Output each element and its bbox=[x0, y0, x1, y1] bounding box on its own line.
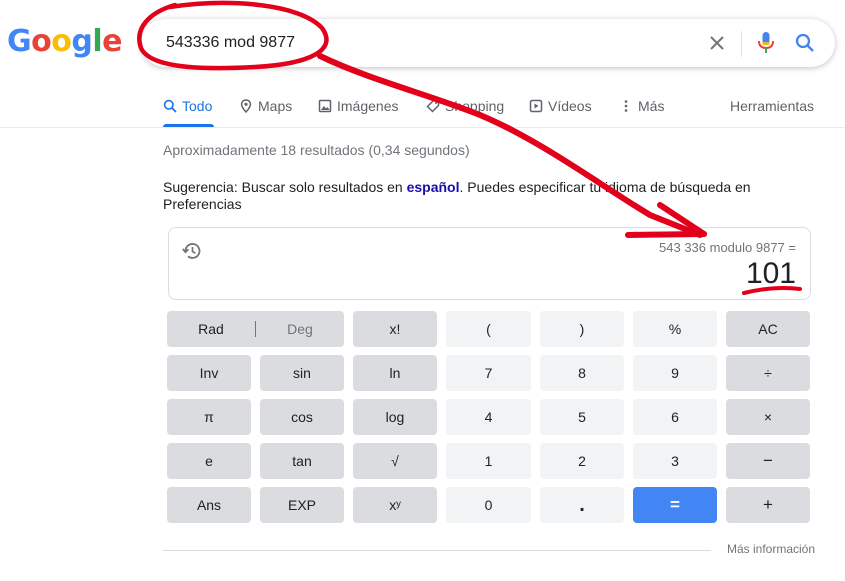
google-logo-text: Google bbox=[7, 24, 123, 59]
tag-icon bbox=[426, 99, 440, 113]
tab-label: Vídeos bbox=[548, 98, 592, 114]
google-logo[interactable]: Google bbox=[7, 24, 123, 59]
calculator-expression: 543 336 modulo 9877 = bbox=[659, 240, 796, 255]
calculator-result: 101 bbox=[745, 257, 796, 290]
percent-button[interactable]: % bbox=[633, 311, 717, 347]
digit-2-button[interactable]: 2 bbox=[540, 443, 624, 479]
tab-mas[interactable]: Más bbox=[619, 96, 664, 116]
suggestion-suffix: . Puedes especificar tu idioma de búsque… bbox=[459, 179, 751, 195]
log-button[interactable]: log bbox=[353, 399, 437, 435]
tab-label: Imágenes bbox=[337, 98, 399, 114]
add-button[interactable]: + bbox=[726, 487, 810, 523]
tab-todo[interactable]: Todo bbox=[163, 96, 212, 116]
language-link[interactable]: español bbox=[407, 179, 460, 195]
logo-letter: G bbox=[7, 24, 32, 59]
exp-button[interactable]: EXP bbox=[260, 487, 344, 523]
rad-label[interactable]: Rad bbox=[167, 311, 255, 347]
digit-3-button[interactable]: 3 bbox=[633, 443, 717, 479]
search-bar[interactable]: 543336 mod 9877 bbox=[141, 19, 835, 67]
logo-letter: g bbox=[71, 24, 93, 59]
more-info-link[interactable]: Más información bbox=[727, 542, 815, 556]
pi-button[interactable]: π bbox=[167, 399, 251, 435]
tools-label: Herramientas bbox=[730, 98, 815, 114]
play-icon bbox=[529, 99, 543, 113]
search-tabs: Todo Maps Imágenes Shopping Vídeos Más H… bbox=[163, 96, 823, 128]
digit-7-button[interactable]: 7 bbox=[446, 355, 531, 391]
digit-9-button[interactable]: 9 bbox=[633, 355, 717, 391]
subtract-button[interactable]: − bbox=[726, 443, 810, 479]
search-divider bbox=[741, 31, 742, 57]
logo-letter: o bbox=[51, 24, 72, 59]
tools-button[interactable]: Herramientas bbox=[730, 96, 814, 116]
tab-imagenes[interactable]: Imágenes bbox=[318, 96, 398, 116]
tab-label: Maps bbox=[258, 98, 293, 114]
more-vert-icon bbox=[624, 100, 628, 112]
answer-button[interactable]: Ans bbox=[167, 487, 251, 523]
sin-button[interactable]: sin bbox=[260, 355, 344, 391]
ln-button[interactable]: ln bbox=[353, 355, 437, 391]
euler-button[interactable]: e bbox=[167, 443, 251, 479]
digit-6-button[interactable]: 6 bbox=[633, 399, 717, 435]
search-input[interactable]: 543336 mod 9877 bbox=[166, 34, 295, 52]
close-paren-button[interactable]: ) bbox=[540, 311, 624, 347]
rad-deg-toggle[interactable]: Rad Deg bbox=[167, 311, 344, 347]
multiply-button[interactable]: × bbox=[726, 399, 810, 435]
history-icon[interactable] bbox=[181, 240, 203, 262]
power-button[interactable]: xʸ bbox=[353, 487, 437, 523]
tab-label: Más bbox=[638, 98, 665, 114]
deg-label[interactable]: Deg bbox=[256, 311, 344, 347]
digit-4-button[interactable]: 4 bbox=[446, 399, 531, 435]
tab-label: Shopping bbox=[445, 98, 505, 114]
digit-8-button[interactable]: 8 bbox=[540, 355, 624, 391]
microphone-icon[interactable] bbox=[754, 30, 778, 56]
close-icon[interactable] bbox=[705, 31, 729, 55]
footer-divider bbox=[163, 550, 711, 551]
image-icon bbox=[318, 99, 332, 113]
search-icon bbox=[163, 99, 177, 113]
cos-button[interactable]: cos bbox=[260, 399, 344, 435]
logo-letter: e bbox=[102, 24, 123, 59]
search-icon[interactable] bbox=[793, 31, 817, 55]
factorial-button[interactable]: x! bbox=[353, 311, 437, 347]
sqrt-button[interactable]: √ bbox=[353, 443, 437, 479]
map-pin-icon bbox=[240, 99, 252, 113]
digit-1-button[interactable]: 1 bbox=[446, 443, 531, 479]
logo-letter: l bbox=[92, 24, 103, 59]
tan-button[interactable]: tan bbox=[260, 443, 344, 479]
tab-videos[interactable]: Vídeos bbox=[529, 96, 592, 116]
logo-letter: o bbox=[31, 24, 52, 59]
all-clear-button[interactable]: AC bbox=[726, 311, 810, 347]
preferences-link[interactable]: Preferencias bbox=[163, 196, 242, 212]
equals-button[interactable]: = bbox=[633, 487, 717, 523]
result-stats: Aproximadamente 18 resultados (0,34 segu… bbox=[163, 142, 470, 158]
suggestion-prefix: Sugerencia: Buscar solo resultados en bbox=[163, 179, 407, 195]
header-divider bbox=[0, 127, 845, 128]
digit-0-button[interactable]: 0 bbox=[446, 487, 531, 523]
digit-5-button[interactable]: 5 bbox=[540, 399, 624, 435]
tab-maps[interactable]: Maps bbox=[239, 96, 292, 116]
language-suggestion: Sugerencia: Buscar solo resultados en es… bbox=[163, 179, 783, 213]
inverse-button[interactable]: Inv bbox=[167, 355, 251, 391]
tab-shopping[interactable]: Shopping bbox=[426, 96, 504, 116]
divide-button[interactable]: ÷ bbox=[726, 355, 810, 391]
decimal-button[interactable]: . bbox=[540, 487, 624, 523]
calculator-display: 543 336 modulo 9877 = 101 bbox=[168, 227, 811, 300]
open-paren-button[interactable]: ( bbox=[446, 311, 531, 347]
tab-label: Todo bbox=[182, 98, 213, 114]
